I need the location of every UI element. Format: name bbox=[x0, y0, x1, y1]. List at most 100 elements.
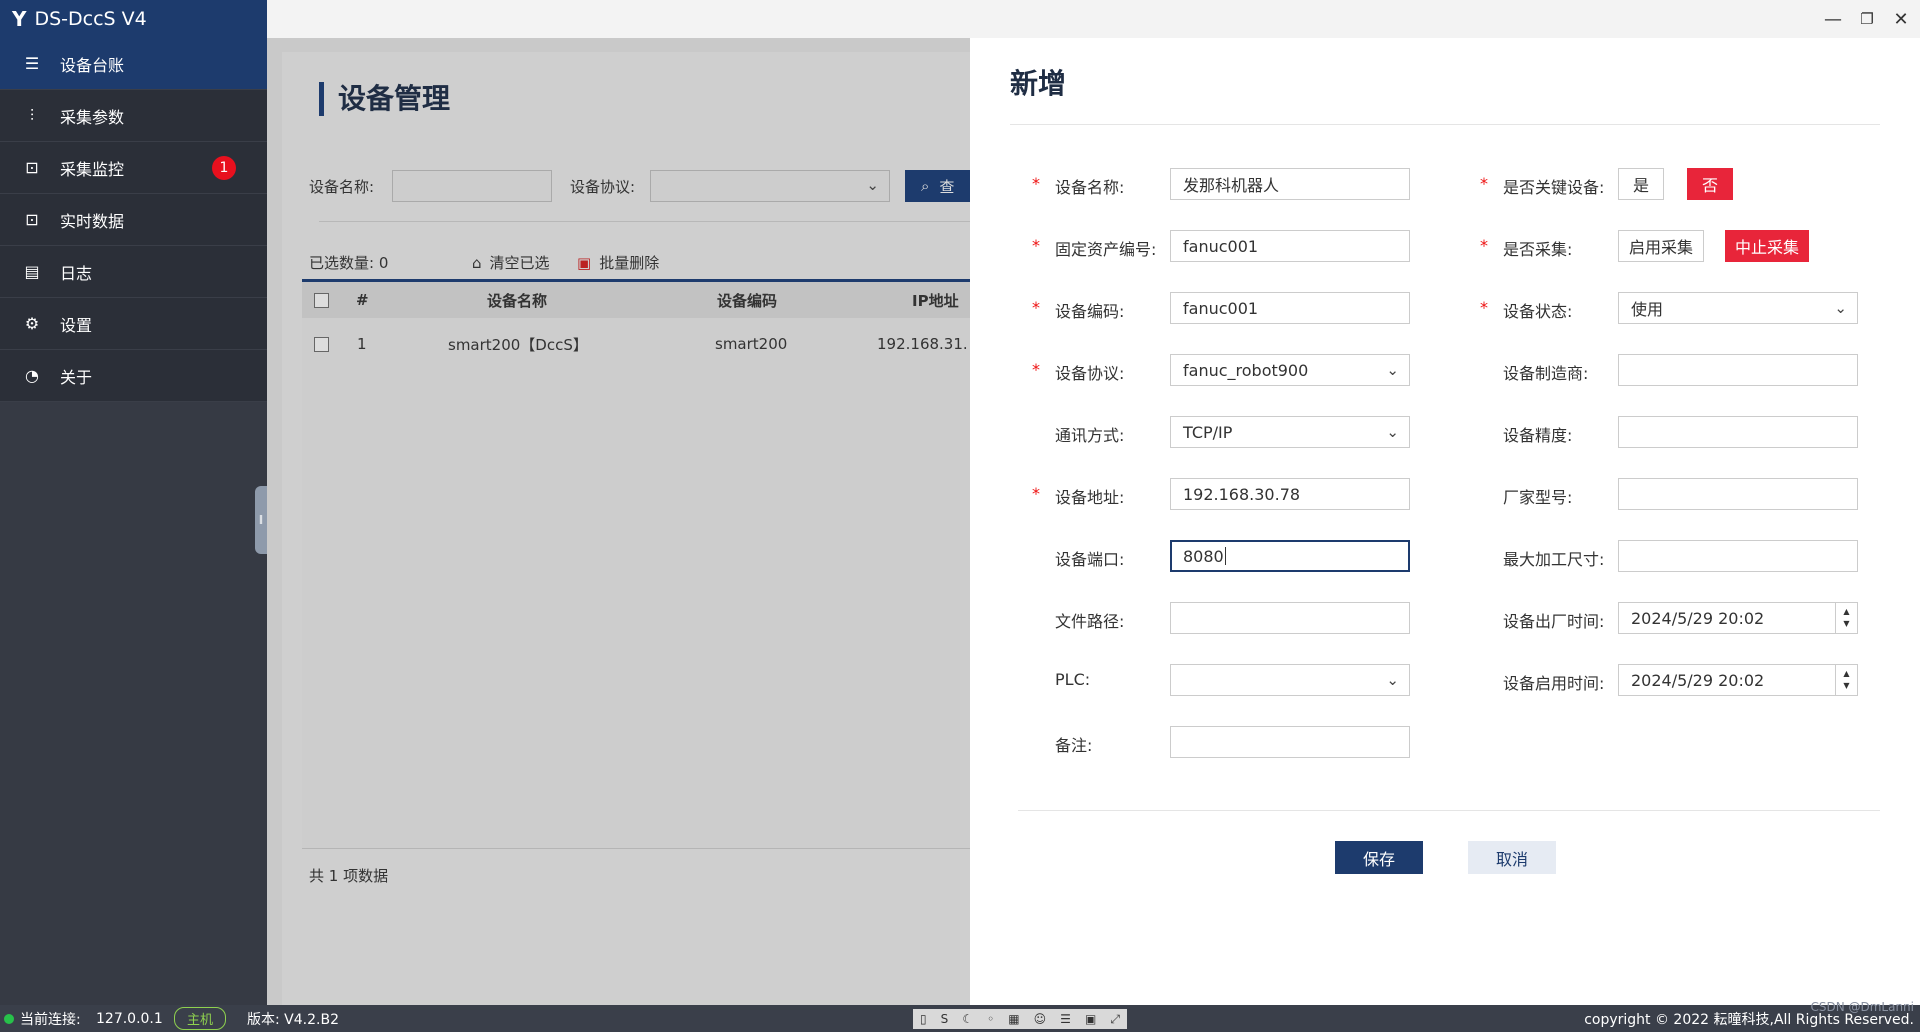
max-size-input[interactable] bbox=[1618, 540, 1858, 572]
online-dot-icon bbox=[4, 1013, 14, 1024]
batch-delete-button[interactable]: ▣ 批量删除 bbox=[577, 252, 659, 273]
sidebar-item-settings[interactable]: ⚙ 设置 bbox=[0, 298, 267, 350]
chart-icon: ⊡ bbox=[25, 210, 39, 229]
enable-time-value: 2024/5/29 20:02 bbox=[1631, 670, 1765, 690]
row-code: smart200 bbox=[715, 335, 788, 353]
column-header-code: 设备编码 bbox=[717, 291, 778, 310]
manufacturer-input[interactable] bbox=[1618, 354, 1858, 386]
asset-number-label: 固定资产编号: bbox=[1055, 240, 1157, 259]
info-icon: ◔ bbox=[25, 366, 39, 385]
clear-selected-button[interactable]: ⌂ 清空已选 bbox=[472, 252, 550, 273]
sidebar-item-label: 设置 bbox=[60, 315, 93, 335]
enable-collect-button[interactable]: 启用采集 bbox=[1618, 230, 1704, 262]
model-input[interactable] bbox=[1618, 478, 1858, 510]
sogou-icon: S bbox=[940, 1012, 949, 1026]
manufacturer-label: 设备制造商: bbox=[1503, 364, 1589, 383]
chevron-down-icon: ⌄ bbox=[1834, 299, 1847, 317]
device-protocol-select[interactable]: fanuc_robot900 ⌄ bbox=[1170, 354, 1410, 386]
spinner-icon[interactable]: ▲ ▼ bbox=[1835, 665, 1857, 695]
enable-time-picker[interactable]: 2024/5/29 20:02 ▲ ▼ bbox=[1618, 664, 1858, 696]
sidebar-item-label: 日志 bbox=[60, 263, 93, 283]
connection-value: 127.0.0.1 bbox=[96, 1010, 163, 1027]
gear-icon: ⚙ bbox=[24, 314, 40, 333]
plc-label: PLC: bbox=[1055, 670, 1091, 689]
device-port-input[interactable]: 8080 bbox=[1170, 540, 1410, 572]
comm-mode-select[interactable]: TCP/IP ⌄ bbox=[1170, 416, 1410, 448]
sidebar-item-label: 实时数据 bbox=[60, 211, 125, 231]
key-device-yes-button[interactable]: 是 bbox=[1618, 168, 1664, 200]
device-status-select[interactable]: 使用 ⌄ bbox=[1618, 292, 1858, 324]
sidebar-item-collect-params[interactable]: ⫶ 采集参数 bbox=[0, 90, 267, 142]
menu-icon: ☰ bbox=[1060, 1012, 1071, 1026]
device-protocol-value: fanuc_robot900 bbox=[1183, 360, 1309, 380]
sidebar-item-label: 采集参数 bbox=[60, 107, 125, 127]
device-address-label: 设备地址: bbox=[1055, 488, 1125, 507]
dialog-title: 新增 bbox=[1010, 67, 1067, 100]
sliders-icon: ⫶ bbox=[29, 105, 34, 125]
sidebar-item-log[interactable]: ▤ 日志 bbox=[0, 246, 267, 298]
minimize-button[interactable]: — bbox=[1816, 0, 1850, 38]
key-device-no-button[interactable]: 否 bbox=[1687, 168, 1733, 200]
device-code-input[interactable]: fanuc001 bbox=[1170, 292, 1410, 324]
restore-button[interactable]: ❐ bbox=[1850, 0, 1884, 38]
ime-punct-icon: ◦ bbox=[987, 1012, 995, 1026]
ime-icon: ▯ bbox=[920, 1012, 927, 1026]
filter-protocol-select[interactable]: ⌄ bbox=[650, 170, 890, 202]
search-icon: ⌕ bbox=[921, 177, 930, 195]
cancel-button[interactable]: 取消 bbox=[1468, 841, 1556, 874]
dialog-divider bbox=[1010, 124, 1880, 125]
column-header-ip: IP地址 bbox=[912, 291, 959, 310]
sidebar-item-realtime-data[interactable]: ⊡ 实时数据 bbox=[0, 194, 267, 246]
row-index: 1 bbox=[357, 335, 367, 353]
save-button[interactable]: 保存 bbox=[1335, 841, 1423, 874]
host-badge: 主机 bbox=[174, 1007, 227, 1030]
plc-select[interactable]: ⌄ bbox=[1170, 664, 1410, 696]
sidebar-collapse-handle[interactable]: ‖ bbox=[255, 486, 267, 554]
required-mark: * bbox=[1480, 236, 1488, 255]
factory-time-picker[interactable]: 2024/5/29 20:02 ▲ ▼ bbox=[1618, 602, 1858, 634]
column-header-index: # bbox=[356, 291, 369, 309]
device-name-label: 设备名称: bbox=[1055, 178, 1125, 197]
ledger-icon: ☰ bbox=[24, 54, 40, 73]
filter-name-input[interactable] bbox=[392, 170, 552, 202]
precision-input[interactable] bbox=[1618, 416, 1858, 448]
factory-time-label: 设备出厂时间: bbox=[1503, 612, 1605, 631]
sidebar-item-device-ledger[interactable]: ☰ 设备台账 bbox=[0, 38, 267, 90]
stop-collect-button[interactable]: 中止采集 bbox=[1725, 230, 1809, 262]
precision-label: 设备精度: bbox=[1503, 426, 1573, 445]
row-checkbox[interactable] bbox=[314, 318, 329, 370]
enable-time-label: 设备启用时间: bbox=[1503, 674, 1605, 693]
device-protocol-label: 设备协议: bbox=[1055, 364, 1125, 383]
comm-mode-label: 通讯方式: bbox=[1055, 426, 1125, 445]
remark-input[interactable] bbox=[1170, 726, 1410, 758]
dialog-footer-divider bbox=[1018, 810, 1880, 811]
column-header-name: 设备名称 bbox=[487, 291, 548, 310]
spinner-icon[interactable]: ▲ ▼ bbox=[1835, 603, 1857, 633]
device-code-label: 设备编码: bbox=[1055, 302, 1125, 321]
required-mark: * bbox=[1480, 298, 1488, 317]
close-button[interactable]: ✕ bbox=[1884, 0, 1918, 38]
page-title: 设备管理 bbox=[319, 82, 450, 116]
version-text: 版本: V4.2.B2 bbox=[247, 1011, 339, 1028]
row-name: smart200【DccS】 bbox=[448, 335, 588, 354]
basket-icon: ⌂ bbox=[472, 254, 482, 272]
file-path-input[interactable] bbox=[1170, 602, 1410, 634]
user-icon: ☺ bbox=[1033, 1012, 1047, 1026]
filter-protocol-label: 设备协议: bbox=[570, 178, 636, 196]
required-mark: * bbox=[1032, 484, 1040, 503]
clear-selected-label: 清空已选 bbox=[489, 254, 550, 272]
device-name-input[interactable]: 发那科机器人 bbox=[1170, 168, 1410, 200]
asset-number-input[interactable]: fanuc001 bbox=[1170, 230, 1410, 262]
connection-label: 当前连接: bbox=[20, 1011, 81, 1028]
required-mark: * bbox=[1480, 174, 1488, 193]
app-brand: Y DS-DccS V4 bbox=[0, 0, 267, 38]
select-all-checkbox[interactable] bbox=[314, 282, 329, 318]
device-port-value: 8080 bbox=[1183, 546, 1224, 566]
sidebar-item-collect-monitor[interactable]: ⊡ 采集监控 1 bbox=[0, 142, 267, 194]
device-address-input[interactable]: 192.168.30.78 bbox=[1170, 478, 1410, 510]
title-bar: Y DS-DccS V4 — ❐ ✕ bbox=[0, 0, 1920, 38]
sidebar-item-label: 采集监控 bbox=[60, 159, 125, 179]
ime-toolbar[interactable]: ▯ S ☾ ◦ ▦ ☺ ☰ ▣ ⤢ bbox=[913, 1009, 1127, 1029]
sidebar-item-about[interactable]: ◔ 关于 bbox=[0, 350, 267, 402]
calendar-icon: ▤ bbox=[24, 262, 40, 281]
